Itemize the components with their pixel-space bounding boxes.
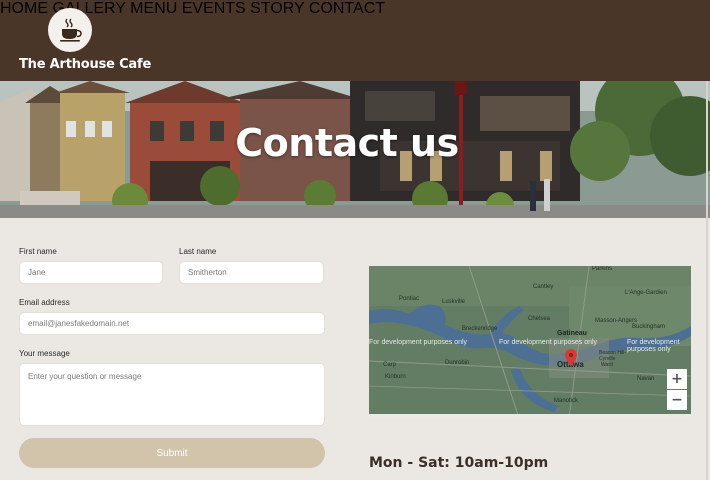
- nav-menu[interactable]: MENU: [130, 0, 177, 17]
- nav-home[interactable]: HOME: [0, 0, 48, 17]
- map-place-label: Luskville: [442, 299, 466, 305]
- last-name-input[interactable]: Smitherton: [179, 261, 324, 284]
- message-label: Your message: [19, 349, 70, 358]
- map-place-label: Masson-Angers: [595, 318, 638, 324]
- coffee-cup-icon: [60, 18, 82, 42]
- map-place-label: Breckenridge: [462, 326, 498, 332]
- map-zoom-in-button[interactable]: +: [667, 369, 687, 389]
- map-place-label: Ward: [601, 362, 613, 368]
- map-marker-icon[interactable]: [565, 349, 577, 366]
- map-place-label: Manotick: [554, 398, 579, 404]
- nav-story[interactable]: STORY: [250, 0, 304, 17]
- map-place-label: Parkins: [592, 266, 613, 272]
- map-place-label: Dunrobin: [445, 360, 470, 366]
- map-place-label: Chelsea: [528, 316, 551, 322]
- email-input[interactable]: email@janesfakedomain.net: [19, 312, 325, 335]
- last-name-label: Last name: [179, 247, 217, 256]
- map-zoom-out-button[interactable]: −: [667, 390, 687, 410]
- map-place-label: Beacon Hill-Cyrville: [599, 350, 626, 362]
- map-place-label: Gatineau: [557, 330, 587, 337]
- map-place-label: Kinburn: [385, 374, 406, 380]
- map-watermark: For development purposes only: [499, 339, 598, 346]
- map-place-label: Cantley: [533, 284, 554, 290]
- map-place-label: Navan: [637, 376, 655, 382]
- email-label: Email address: [19, 298, 70, 307]
- opening-hours: Mon - Sat: 10am-10pm: [369, 455, 549, 471]
- submit-button[interactable]: Submit: [19, 438, 325, 468]
- nav-contact[interactable]: CONTACT: [309, 0, 385, 17]
- first-name-input[interactable]: Jane: [19, 261, 163, 284]
- site-header: The Arthouse Cafe HOME GALLERY MENU EVEN…: [0, 0, 710, 81]
- nav-events[interactable]: EVENTS: [182, 0, 246, 17]
- map-watermark: For development purposes only: [369, 339, 468, 346]
- map-place-label: L'Ange-Gardien: [625, 290, 667, 296]
- map-place-label: Pontiac: [399, 296, 420, 302]
- page-title: Contact us: [235, 121, 459, 165]
- brand-name[interactable]: The Arthouse Cafe: [19, 57, 151, 72]
- hero-banner: Contact us: [0, 81, 710, 218]
- map-embed[interactable]: For development purposes only For develo…: [369, 266, 691, 418]
- message-textarea[interactable]: Enter your question or message: [19, 363, 325, 426]
- map-place-label: Carp: [383, 362, 397, 368]
- map-place-label: Buckingham: [632, 324, 666, 330]
- scrollbar-track[interactable]: [706, 81, 708, 480]
- first-name-label: First name: [19, 247, 57, 256]
- logo[interactable]: [48, 8, 92, 52]
